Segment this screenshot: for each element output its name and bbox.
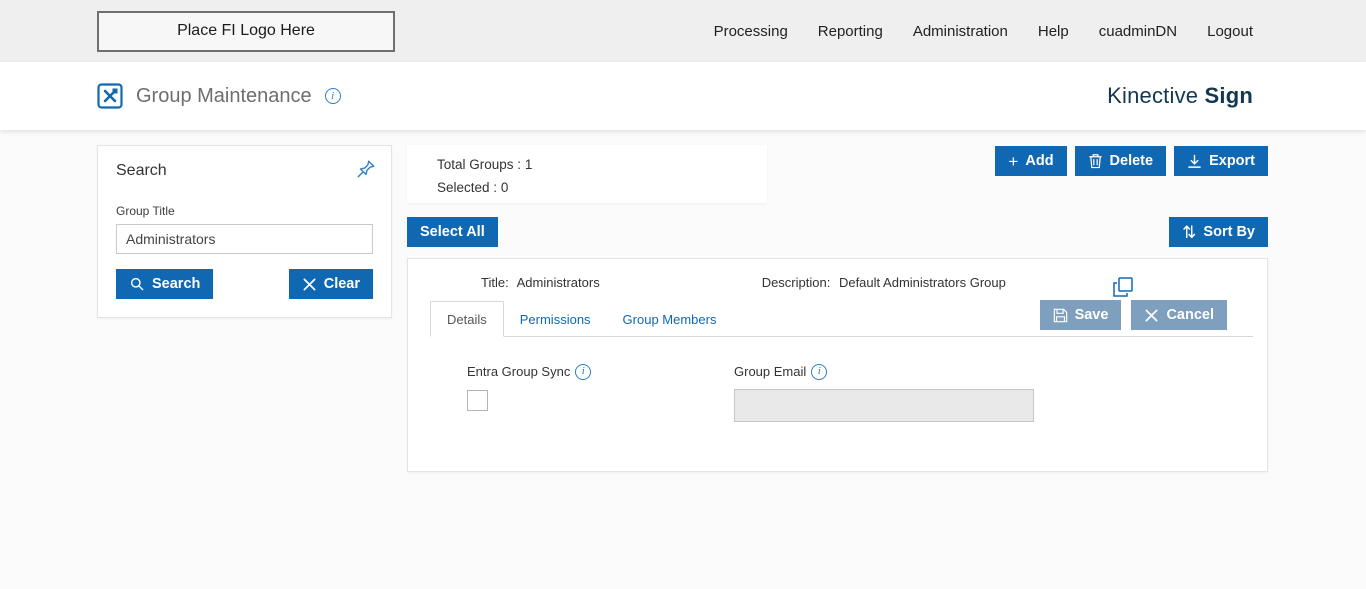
nav-logout[interactable]: Logout (1207, 23, 1253, 40)
search-panel-title: Search (116, 162, 167, 179)
entra-group-sync-info-icon[interactable]: i (575, 363, 592, 380)
group-title-pair: Title: Administrators (481, 275, 600, 290)
brand-bold: Sign (1204, 83, 1253, 108)
group-title-input[interactable] (116, 224, 373, 254)
selected-line: Selected : 0 (437, 180, 509, 195)
brand-logo: Kinective Sign (1107, 83, 1253, 109)
entra-group-sync-field: Entra Group Sync i (467, 363, 734, 422)
tab-group-members[interactable]: Group Members (607, 302, 733, 336)
sort-by-button[interactable]: ⇅ Sort By (1169, 217, 1268, 247)
nav-help[interactable]: Help (1038, 23, 1069, 40)
nav-reporting[interactable]: Reporting (818, 23, 883, 40)
export-button[interactable]: Export (1174, 146, 1268, 176)
search-icon (130, 277, 144, 291)
group-card: Title: Administrators Description: Defau… (407, 258, 1268, 472)
copy-icon[interactable] (1111, 275, 1135, 299)
search-panel: Search Group Title Search Clear (97, 145, 392, 318)
group-email-field: Group Email i (734, 363, 1034, 422)
group-email-label: Group Email (734, 364, 807, 379)
nav-administration[interactable]: Administration (913, 23, 1008, 40)
nav-processing[interactable]: Processing (714, 23, 788, 40)
cancel-button[interactable]: Cancel (1131, 300, 1227, 330)
entra-group-sync-checkbox[interactable] (467, 390, 488, 411)
x-icon (303, 278, 316, 290)
search-button[interactable]: Search (116, 269, 214, 299)
delete-button[interactable]: Delete (1074, 146, 1167, 176)
brand-regular: Kinective (1107, 83, 1205, 108)
header-bar: Group Maintenance i Kinective Sign (0, 62, 1366, 130)
x-icon (1145, 309, 1158, 321)
group-description-value: Default Administrators Group (838, 275, 1006, 290)
tab-actions: Save Cancel (1039, 300, 1227, 336)
group-email-input[interactable] (734, 389, 1034, 422)
save-button[interactable]: Save (1039, 300, 1122, 330)
group-card-header: Title: Administrators Description: Defau… (408, 259, 1267, 290)
total-groups-line: Total Groups : 1 (437, 157, 533, 172)
pin-icon[interactable] (355, 158, 377, 180)
download-icon (1188, 154, 1201, 168)
main-column: Total Groups : 1 Selected : 0 + Add Dele… (407, 145, 1268, 472)
group-toolbar: + Add Delete Export (995, 146, 1268, 176)
page-title: Group Maintenance (136, 84, 312, 107)
total-groups-value: 1 (524, 157, 533, 172)
entra-group-sync-label: Entra Group Sync (467, 364, 571, 379)
save-icon (1053, 308, 1067, 322)
selected-value: 0 (500, 180, 509, 195)
group-title-label: Group Title (116, 204, 175, 218)
trash-icon (1088, 154, 1102, 169)
group-email-info-icon[interactable]: i (811, 363, 828, 380)
content-area: Search Group Title Search Clear (97, 145, 1268, 472)
fi-logo-text: Place FI Logo Here (177, 22, 315, 39)
group-title-value: Administrators (516, 275, 600, 290)
group-maintenance-icon (97, 83, 123, 109)
fi-logo-placeholder: Place FI Logo Here (97, 10, 395, 52)
tab-permissions[interactable]: Permissions (504, 302, 607, 336)
group-tabs: Details Permissions Group Members Save C… (430, 300, 1253, 337)
page-info-icon[interactable]: i (324, 88, 341, 104)
add-button[interactable]: + Add (995, 146, 1067, 176)
sort-icon: ⇅ (1182, 222, 1197, 242)
clear-button[interactable]: Clear (288, 269, 373, 299)
nav-user-cuadmindn[interactable]: cuadminDN (1099, 23, 1177, 40)
top-navigation: Processing Reporting Administration Help… (714, 23, 1253, 40)
details-tab-panel: Entra Group Sync i Group Email i (408, 337, 1267, 422)
group-description-pair: Description: Default Administrators Grou… (761, 275, 1006, 290)
select-all-button[interactable]: Select All (407, 217, 498, 247)
tab-details[interactable]: Details (430, 301, 504, 337)
summary-box: Total Groups : 1 Selected : 0 (407, 145, 767, 203)
plus-icon: + (1008, 151, 1019, 171)
top-bar: Place FI Logo Here Processing Reporting … (0, 0, 1366, 62)
